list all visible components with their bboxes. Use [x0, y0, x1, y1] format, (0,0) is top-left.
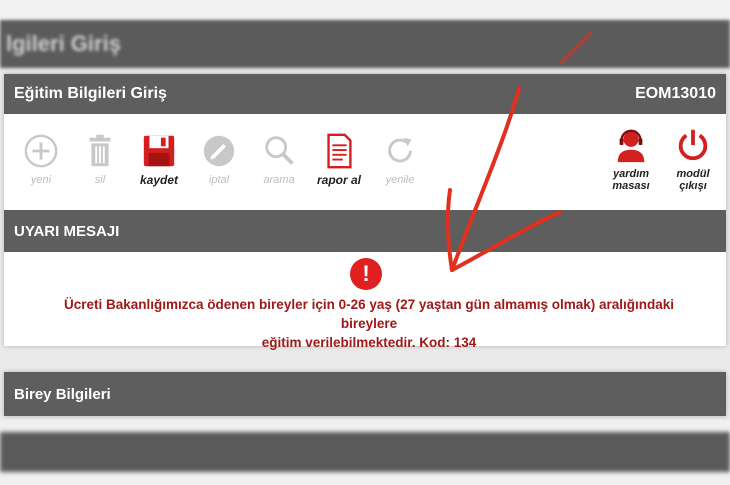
power-icon [678, 129, 708, 161]
warning-message-line-2: eğitim verilebilmektedir. Kod: 134 [261, 335, 477, 350]
magnifier-icon [265, 136, 294, 165]
floppy-disk-icon [143, 135, 175, 167]
warning-message-line-1: Ücreti Bakanlığımızca ödenen bireyler iç… [64, 297, 674, 331]
module-exit-label: modül çıkışı [676, 168, 710, 192]
search-label: arama [263, 174, 295, 186]
document-report-icon [327, 133, 352, 169]
trash-icon [89, 134, 111, 167]
delete-label: sil [94, 174, 106, 186]
search-button[interactable]: arama [247, 132, 311, 186]
module-exit-button[interactable]: modül çıkışı [661, 126, 725, 192]
background-top [0, 0, 730, 20]
warning-body: ! Ücreti Bakanlığımızca ödenen bireyler … [4, 252, 726, 350]
cancel-label: iptal [208, 174, 230, 186]
panel-title: Eğitim Bilgileri Giriş [14, 85, 167, 102]
warning-message: Ücreti Bakanlığımızca ödenen bireyler iç… [34, 295, 704, 352]
warning-title: UYARI MESAJI [14, 222, 120, 240]
background-title-band: lgileri Giriş [0, 20, 730, 68]
individual-info-header[interactable]: Birey Bilgileri [4, 372, 726, 416]
help-desk-label: yardım masası [612, 168, 650, 192]
warning-header: UYARI MESAJI [4, 210, 726, 252]
report-label: rapor al [316, 173, 361, 187]
save-button[interactable]: kaydet [127, 132, 191, 186]
delete-button[interactable]: sil [68, 132, 132, 186]
background-bottom-band [0, 432, 730, 472]
report-button[interactable]: rapor al [307, 132, 371, 186]
toolbar: yeni sil kaydet iptal arama rapor al yen… [4, 114, 726, 210]
education-entry-panel: Eğitim Bilgileri Giriş EOM13010 yeni sil [4, 74, 726, 350]
help-desk-button[interactable]: yardım masası [599, 126, 663, 192]
individual-info-title: Birey Bilgileri [14, 385, 111, 403]
refresh-label: yenile [385, 174, 415, 186]
refresh-icon [388, 137, 412, 163]
exclamation-icon: ! [350, 258, 382, 290]
save-label: kaydet [139, 173, 179, 187]
background-title: lgileri Giriş [6, 31, 121, 56]
new-label: yeni [30, 174, 52, 186]
plus-circle-icon [24, 134, 58, 168]
panel-header: Eğitim Bilgileri Giriş EOM13010 [4, 74, 726, 114]
headset-agent-icon [617, 129, 645, 163]
refresh-button[interactable]: yenile [368, 132, 432, 186]
cancel-button[interactable]: iptal [187, 132, 251, 186]
screen-code: EOM13010 [635, 85, 716, 102]
new-button[interactable]: yeni [9, 132, 73, 186]
pencil-circle-icon [203, 135, 235, 167]
